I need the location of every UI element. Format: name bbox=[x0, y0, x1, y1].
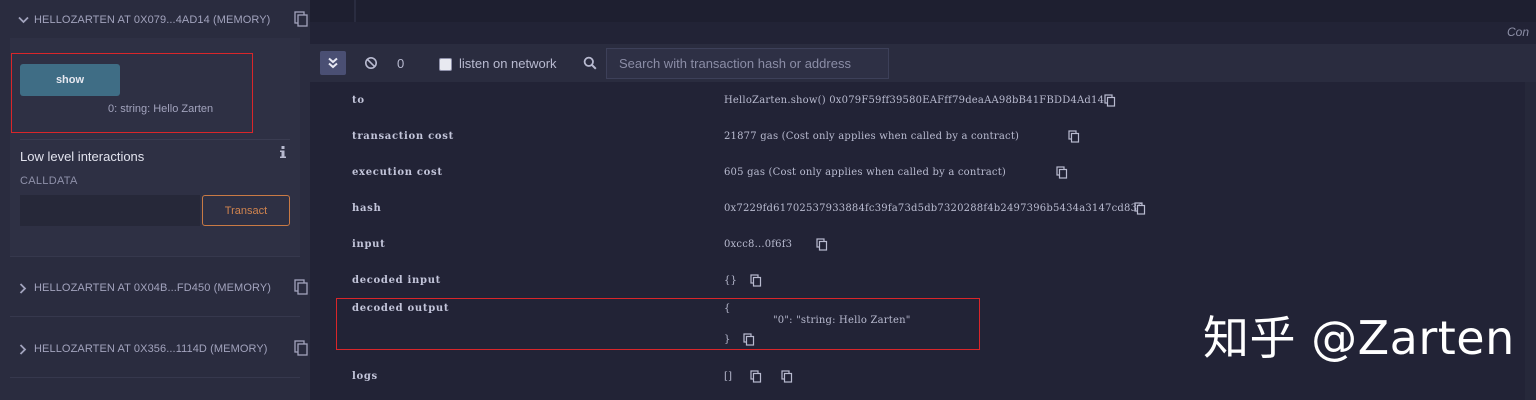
low-level-interactions-title: Low level interactions bbox=[20, 149, 145, 164]
copy-icon[interactable] bbox=[1104, 94, 1116, 107]
copy-icon[interactable] bbox=[750, 274, 762, 287]
copy-icon[interactable] bbox=[1056, 166, 1068, 179]
chevron-right-icon[interactable] bbox=[12, 281, 34, 295]
search-icon bbox=[583, 56, 597, 70]
tx-value-decoded-input: {} bbox=[724, 275, 738, 286]
tx-key-input: input bbox=[352, 239, 386, 250]
calldata-input[interactable] bbox=[20, 195, 200, 226]
watermark: 知乎 @Zarten bbox=[1203, 311, 1515, 365]
tx-value-transaction-cost: 21877 gas (Cost only applies when called… bbox=[724, 131, 1020, 142]
tx-key-transaction-cost: transaction cost bbox=[352, 131, 454, 142]
tx-value-to: HelloZarten.show() 0x079F59ff39580EAFff7… bbox=[724, 95, 1105, 106]
copy-icon[interactable] bbox=[294, 11, 308, 27]
listen-on-network-label[interactable]: listen on network bbox=[459, 56, 557, 71]
copy-icon[interactable] bbox=[294, 279, 308, 295]
copy-icon[interactable] bbox=[1134, 202, 1146, 215]
calldata-label: CALLDATA bbox=[20, 175, 78, 187]
copy-icon[interactable] bbox=[816, 238, 828, 251]
terminal-scrollbar[interactable] bbox=[1525, 82, 1536, 400]
chevron-right-icon[interactable] bbox=[12, 342, 34, 356]
listen-on-network-checkbox[interactable] bbox=[439, 58, 452, 71]
divider bbox=[20, 139, 290, 140]
tx-key-to: to bbox=[352, 95, 365, 106]
console-label: Con bbox=[1507, 25, 1530, 39]
divider bbox=[10, 377, 300, 378]
tx-key-hash: hash bbox=[352, 203, 382, 214]
editor-area[interactable] bbox=[310, 0, 1536, 22]
divider bbox=[10, 316, 300, 317]
deployed-contracts-panel: HELLOZARTEN AT 0X079...4AD14 (MEMORY) sh… bbox=[0, 0, 310, 400]
tx-value-hash: 0x7229fd61702537933884fc39fa73d5db732028… bbox=[724, 203, 1144, 214]
contract-name: HELLOZARTEN AT 0X079...4AD14 (MEMORY) bbox=[34, 14, 271, 26]
copy-icon[interactable] bbox=[294, 340, 308, 356]
tx-value-logs: [] bbox=[724, 371, 733, 382]
transaction-search-input[interactable] bbox=[606, 48, 889, 79]
tx-key-decoded-input: decoded input bbox=[352, 275, 441, 286]
info-icon[interactable] bbox=[279, 144, 287, 160]
contract-item-2[interactable]: HELLOZARTEN AT 0X356...1114D (MEMORY) bbox=[10, 329, 308, 369]
tx-key-logs: logs bbox=[352, 371, 378, 382]
clear-console-icon[interactable] bbox=[364, 56, 378, 70]
highlight-box bbox=[11, 53, 253, 133]
chevron-down-icon[interactable] bbox=[12, 13, 34, 27]
contract-name: HELLOZARTEN AT 0X356...1114D (MEMORY) bbox=[34, 343, 268, 355]
highlight-box bbox=[336, 298, 980, 350]
double-chevron-down-icon bbox=[328, 57, 338, 69]
transact-button[interactable]: Transact bbox=[202, 195, 290, 226]
editor-gutter-line bbox=[354, 0, 356, 22]
divider bbox=[10, 256, 300, 257]
contract-item-0[interactable]: HELLOZARTEN AT 0X079...4AD14 (MEMORY) bbox=[10, 0, 308, 40]
pending-transactions-count: 0 bbox=[397, 56, 405, 71]
copy-icon[interactable] bbox=[1068, 130, 1080, 143]
contract-name: HELLOZARTEN AT 0X04B...FD450 (MEMORY) bbox=[34, 282, 272, 294]
contract-item-1[interactable]: HELLOZARTEN AT 0X04B...FD450 (MEMORY) bbox=[10, 268, 308, 308]
tx-value-execution-cost: 605 gas (Cost only applies when called b… bbox=[724, 167, 1007, 178]
collapse-terminal-button[interactable] bbox=[320, 51, 346, 75]
tx-key-execution-cost: execution cost bbox=[352, 167, 443, 178]
copy-icon[interactable] bbox=[750, 370, 762, 383]
copy-icon[interactable] bbox=[781, 370, 793, 383]
tx-value-input: 0xcc8...0f6f3 bbox=[724, 239, 793, 250]
